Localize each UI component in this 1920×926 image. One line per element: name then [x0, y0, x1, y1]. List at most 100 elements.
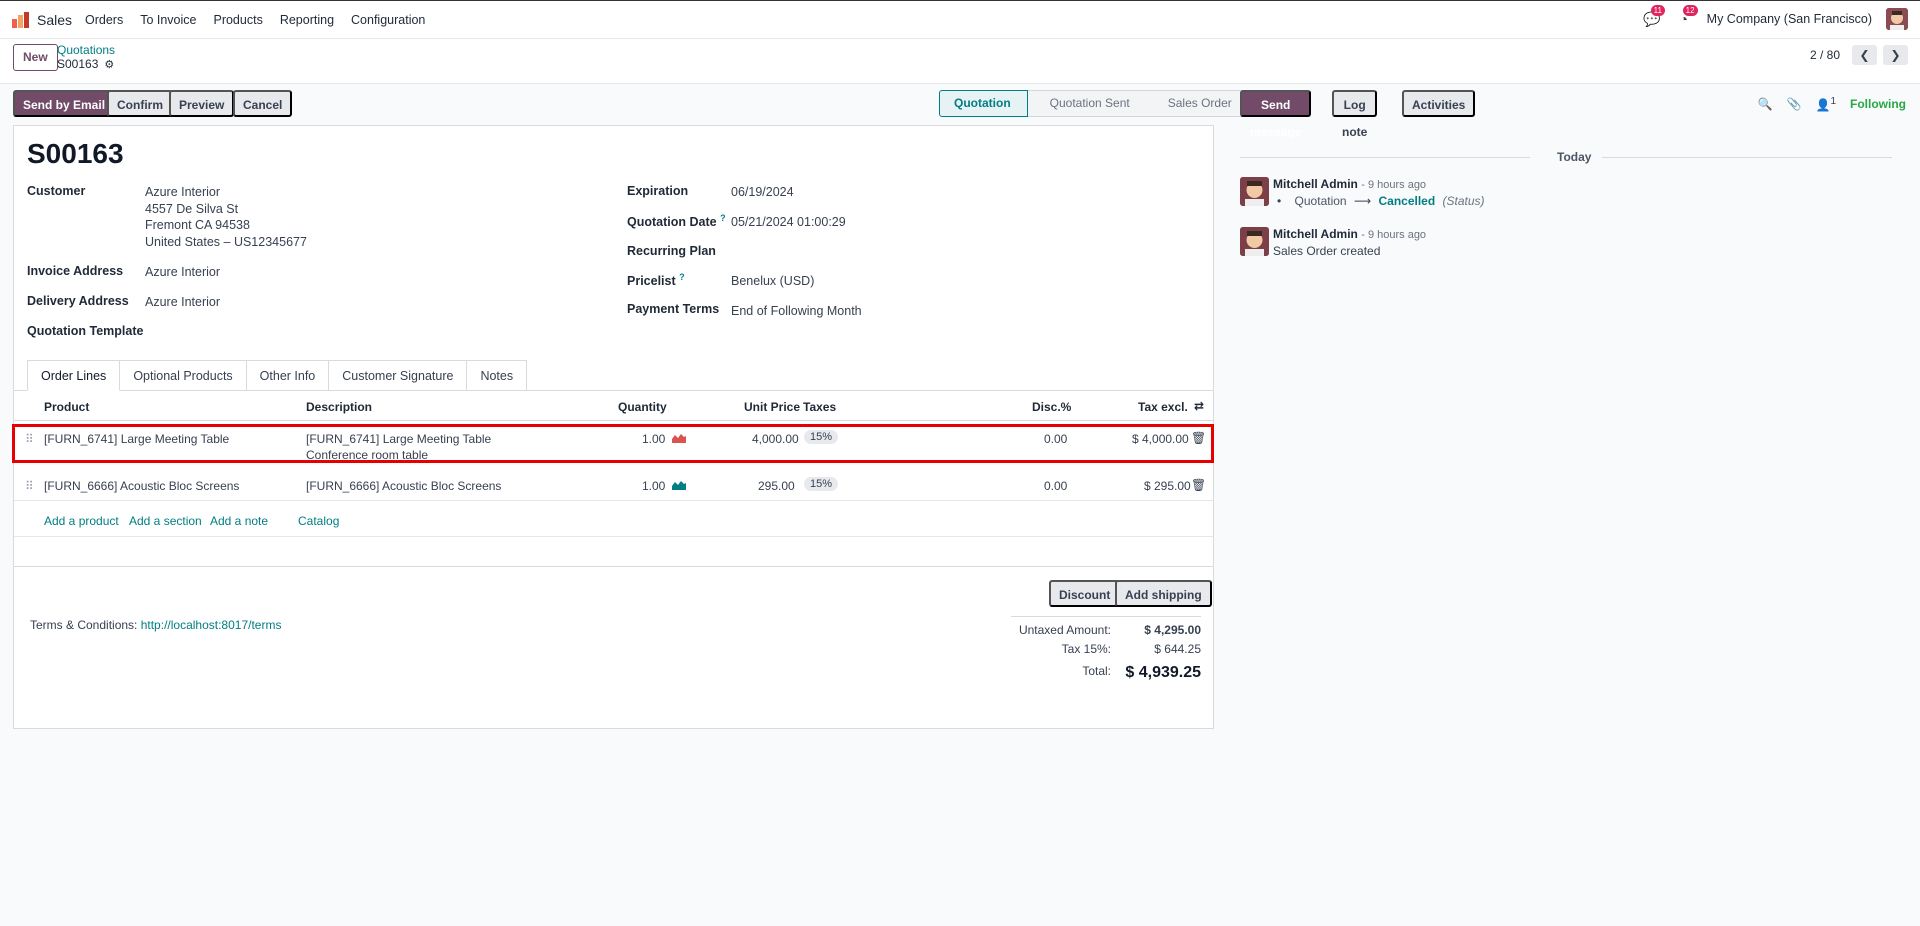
activities-button[interactable]: Activities — [1402, 90, 1476, 117]
user-avatar[interactable] — [1886, 8, 1908, 30]
help-icon[interactable]: ? — [720, 213, 726, 223]
line-unit-price[interactable]: 4,000.00 — [752, 432, 799, 446]
quotation-date-label: Quotation Date ? — [627, 213, 726, 230]
author-avatar[interactable] — [1240, 177, 1269, 206]
drag-handle-icon[interactable]: ⠿ — [25, 479, 34, 493]
column-discount[interactable]: Disc.% — [1032, 400, 1071, 414]
send-by-email-button[interactable]: Send by Email — [13, 90, 116, 117]
line-quantity[interactable]: 1.00 — [642, 432, 665, 446]
preview-button[interactable]: Preview — [169, 90, 235, 117]
menu-to-invoice[interactable]: To Invoice — [140, 13, 196, 27]
add-shipping-button[interactable]: Add shipping — [1115, 580, 1212, 607]
line-subtotal: $ 295.00 — [1144, 479, 1191, 493]
tab-optional-products[interactable]: Optional Products — [120, 360, 247, 391]
column-description[interactable]: Description — [306, 400, 372, 414]
total-label: Total: — [1082, 664, 1111, 678]
breadcrumb-quotations[interactable]: Quotations — [57, 43, 115, 57]
separator-line — [1240, 157, 1530, 158]
user-icon: 👤 — [1815, 98, 1831, 112]
expiration-field[interactable]: 06/19/2024 — [731, 185, 794, 199]
followers-button[interactable]: 👤1 — [1815, 96, 1836, 112]
tax-tag[interactable]: 15% — [804, 477, 839, 491]
line-product[interactable]: [FURN_6741] Large Meeting Table — [44, 432, 229, 446]
stage-quotation-sent[interactable]: Quotation Sent — [1027, 90, 1146, 117]
line-quantity[interactable]: 1.00 — [642, 479, 665, 493]
order-line-row[interactable]: ⠿ [FURN_6741] Large Meeting Table [FURN_… — [14, 422, 1213, 462]
quotation-date-field[interactable]: 05/21/2024 01:00:29 — [731, 215, 846, 229]
breadcrumb-current: S00163 ⚙ — [57, 57, 114, 71]
bullet: • — [1277, 194, 1282, 208]
tracking-new-value: Cancelled — [1378, 194, 1436, 208]
trash-icon[interactable]: 🗑 — [1191, 431, 1206, 445]
customer-street: 4557 De Silva St — [145, 202, 239, 216]
line-discount[interactable]: 0.00 — [1044, 432, 1067, 446]
send-message-button[interactable]: Send message — [1240, 90, 1312, 139]
delivery-address-field[interactable]: Azure Interior — [145, 295, 220, 309]
cancel-button[interactable]: Cancel — [233, 90, 293, 117]
line-product[interactable]: [FURN_6666] Acoustic Bloc Screens — [44, 479, 239, 493]
drag-handle-icon[interactable]: ⠿ — [25, 432, 34, 446]
gear-icon[interactable]: ⚙ — [104, 58, 114, 71]
company-switcher[interactable]: My Company (San Francisco) — [1707, 12, 1872, 26]
activities-menu[interactable]: ◔ 12 — [1675, 5, 1698, 28]
user-face-icon — [1240, 177, 1269, 206]
log-note-button[interactable]: Log note — [1332, 90, 1378, 139]
stage-sales-order[interactable]: Sales Order — [1145, 90, 1249, 117]
line-description[interactable]: [FURN_6741] Large Meeting Table — [306, 432, 491, 446]
order-line-row[interactable]: ⠿ [FURN_6666] Acoustic Bloc Screens [FUR… — [14, 470, 1213, 501]
line-description[interactable]: [FURN_6666] Acoustic Bloc Screens — [306, 479, 501, 493]
customer-name[interactable]: Azure Interior — [145, 185, 220, 199]
messaging-menu[interactable]: 💬 11 — [1643, 5, 1665, 28]
chatter-tools: 🔍 📎 👤1 Following — [1758, 96, 1906, 112]
add-section-link[interactable]: Add a section — [129, 514, 202, 528]
catalog-link[interactable]: Catalog — [298, 514, 339, 528]
column-quantity[interactable]: Quantity — [618, 400, 667, 414]
discount-button[interactable]: Discount — [1049, 580, 1121, 607]
forecast-chart-icon[interactable] — [672, 480, 686, 490]
pricelist-field[interactable]: Benelux (USD) — [731, 274, 814, 288]
column-taxes[interactable]: Taxes — [803, 400, 836, 414]
confirm-button[interactable]: Confirm — [107, 90, 173, 117]
column-tax-excl[interactable]: Tax excl. — [1138, 400, 1188, 414]
column-unit-price[interactable]: Unit Price — [744, 400, 800, 414]
line-unit-price[interactable]: 295.00 — [758, 479, 795, 493]
footer-divider — [14, 566, 1213, 567]
menu-configuration[interactable]: Configuration — [351, 13, 425, 27]
add-product-link[interactable]: Add a product — [44, 514, 119, 528]
tab-order-lines[interactable]: Order Lines — [27, 360, 121, 391]
order-lines-header: Product Description Quantity Unit Price … — [14, 391, 1213, 421]
tax-tag[interactable]: 15% — [804, 430, 839, 444]
optional-columns-toggle-icon[interactable]: ⇄ — [1194, 399, 1204, 413]
trash-icon[interactable]: 🗑 — [1191, 478, 1206, 492]
payment-terms-label: Payment Terms — [627, 302, 720, 316]
tab-notes[interactable]: Notes — [467, 360, 528, 391]
search-icon[interactable]: 🔍 — [1758, 97, 1773, 111]
terms-link[interactable]: http://localhost:8017/terms — [141, 618, 282, 632]
sales-app-logo-icon[interactable] — [12, 12, 29, 28]
totals-summary: Untaxed Amount: $ 4,295.00 Tax 15%: $ 64… — [1011, 616, 1201, 686]
pager-previous-button[interactable]: ❮ — [1852, 45, 1877, 65]
paperclip-icon[interactable]: 📎 — [1787, 97, 1802, 111]
stage-quotation[interactable]: Quotation — [939, 90, 1028, 117]
message-time: - 9 hours ago — [1361, 179, 1427, 191]
user-face-icon — [1886, 8, 1908, 30]
following-button[interactable]: Following — [1850, 97, 1906, 111]
tab-other-info[interactable]: Other Info — [246, 360, 330, 391]
menu-reporting[interactable]: Reporting — [280, 13, 334, 27]
pager-value[interactable]: 2 / 80 — [1810, 48, 1840, 62]
menu-orders[interactable]: Orders — [85, 13, 123, 27]
line-discount[interactable]: 0.00 — [1044, 479, 1067, 493]
new-button[interactable]: New — [13, 44, 58, 71]
invoice-address-field[interactable]: Azure Interior — [145, 265, 220, 279]
pager-next-button[interactable]: ❯ — [1883, 45, 1908, 65]
payment-terms-field[interactable]: End of Following Month — [731, 304, 862, 318]
column-product[interactable]: Product — [44, 400, 89, 414]
menu-products[interactable]: Products — [213, 13, 262, 27]
add-note-link[interactable]: Add a note — [210, 514, 268, 528]
help-icon[interactable]: ? — [679, 272, 685, 282]
app-name[interactable]: Sales — [37, 12, 72, 28]
tab-customer-signature[interactable]: Customer Signature — [329, 360, 468, 391]
forecast-chart-icon[interactable] — [672, 433, 686, 443]
author-avatar[interactable] — [1240, 227, 1269, 256]
untaxed-row: Untaxed Amount: $ 4,295.00 — [1011, 623, 1201, 642]
